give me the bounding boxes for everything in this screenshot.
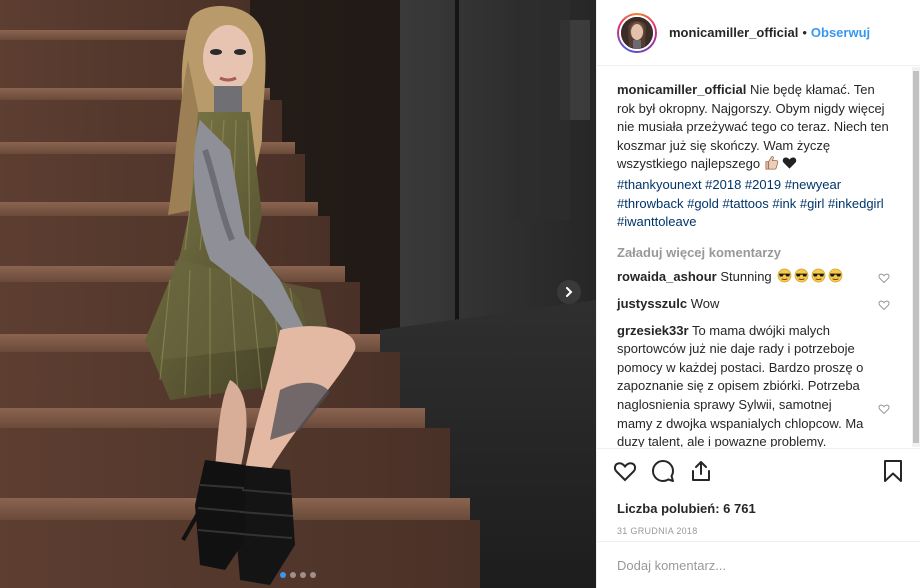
- caption-hashtags[interactable]: #thankyounext #2018 #2019 #newyear #thro…: [617, 177, 884, 229]
- post-panel: monicamiller_official • Obserwuj monicam…: [596, 0, 920, 588]
- like-comment-icon[interactable]: [878, 402, 890, 421]
- sunglasses-icon: [811, 269, 826, 283]
- thumbs-up-icon: [764, 155, 779, 176]
- comment-text: Wow: [690, 295, 720, 311]
- comment-username[interactable]: justysszulc: [617, 296, 687, 311]
- bookmark-icon[interactable]: [882, 459, 904, 488]
- chevron-right-icon: [566, 287, 573, 297]
- post-date: 31 GRUDNIA 2018: [617, 526, 698, 536]
- post-header: monicamiller_official • Obserwuj: [597, 0, 920, 66]
- comments-scrollbar[interactable]: [912, 67, 920, 447]
- sunglasses-icon: [777, 269, 792, 283]
- like-comment-icon[interactable]: [878, 271, 890, 290]
- comment-item: rowaida_ashour Stunning: [617, 268, 900, 289]
- comments-section[interactable]: monicamiller_official Nie będę kłamać. T…: [597, 67, 920, 447]
- sunglasses-emoji-row: [775, 268, 843, 289]
- header-username[interactable]: monicamiller_official: [669, 25, 798, 40]
- carousel-indicator: [0, 572, 596, 578]
- heart-icon[interactable]: [613, 459, 637, 488]
- header-separator: •: [802, 25, 807, 40]
- comment-icon[interactable]: [651, 459, 675, 488]
- sunglasses-icon: [794, 269, 809, 283]
- caption-username[interactable]: monicamiller_official: [617, 82, 746, 97]
- scrollbar-thumb[interactable]: [913, 71, 919, 443]
- comment-input[interactable]: [617, 557, 897, 573]
- load-more-comments-button[interactable]: Załaduj więcej komentarzy: [617, 244, 900, 263]
- carousel-dot: [280, 572, 286, 578]
- follow-button[interactable]: Obserwuj: [811, 25, 870, 40]
- comment-username[interactable]: rowaida_ashour: [617, 269, 717, 284]
- photo-image: [0, 0, 596, 588]
- carousel-dot: [310, 572, 316, 578]
- sunglasses-icon: [828, 269, 843, 283]
- action-row: [613, 459, 904, 487]
- add-comment-bar: [597, 541, 920, 588]
- comment-item: grzesiek33r To mama dwójki malych sporto…: [617, 322, 900, 447]
- black-heart-icon: [782, 155, 797, 176]
- comment-item: justysszulc Wow: [617, 295, 900, 314]
- avatar[interactable]: [617, 12, 657, 53]
- comment-text: To mama dwójki malych sportowców już nie…: [617, 322, 864, 447]
- next-photo-button[interactable]: [557, 280, 581, 304]
- post-photo: [0, 0, 596, 588]
- share-icon[interactable]: [689, 459, 713, 488]
- comment-username[interactable]: grzesiek33r: [617, 323, 689, 338]
- likes-count[interactable]: Liczba polubień: 6 761: [617, 501, 904, 516]
- carousel-dot: [300, 572, 306, 578]
- like-comment-icon[interactable]: [878, 298, 890, 317]
- avatar-image: [621, 16, 653, 49]
- carousel-dot: [290, 572, 296, 578]
- post-caption: monicamiller_official Nie będę kłamać. T…: [617, 81, 900, 232]
- comment-text: Stunning: [720, 269, 772, 285]
